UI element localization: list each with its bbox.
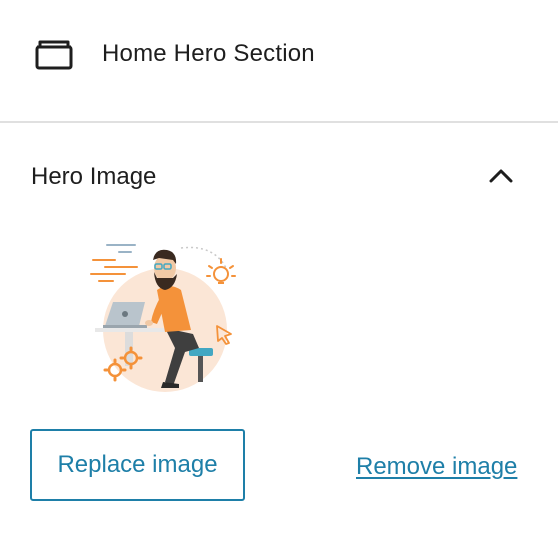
speed-lines-icon bbox=[90, 259, 138, 282]
hero-image-panel-toggle[interactable]: Hero Image bbox=[0, 150, 558, 204]
lightbulb-icon bbox=[206, 258, 236, 284]
chevron-up-icon[interactable] bbox=[486, 163, 516, 189]
block-section-icon bbox=[35, 40, 73, 70]
replace-image-button[interactable]: Replace image bbox=[30, 429, 245, 501]
remove-image-link[interactable]: Remove image bbox=[356, 452, 517, 482]
block-card-header: Home Hero Section bbox=[0, 0, 558, 123]
block-title: Home Hero Section bbox=[102, 40, 315, 67]
panel-title: Hero Image bbox=[31, 163, 157, 190]
hero-image-preview[interactable] bbox=[85, 230, 245, 395]
